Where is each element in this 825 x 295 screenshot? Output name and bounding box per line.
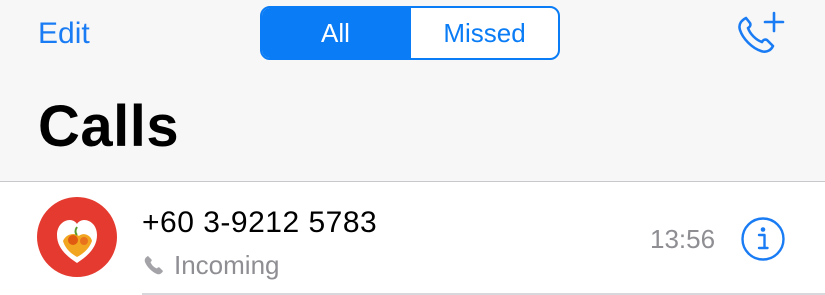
edit-button[interactable]: Edit — [38, 14, 90, 54]
call-filter-segmented-control: All Missed — [260, 6, 560, 60]
page-title: Calls — [38, 94, 180, 159]
info-circle-icon — [741, 217, 785, 261]
call-row[interactable]: +60 3-9212 5783 Incoming 13:56 — [0, 182, 825, 295]
info-button[interactable] — [740, 216, 786, 262]
new-call-button[interactable] — [734, 10, 788, 58]
contact-logo-icon — [57, 220, 97, 263]
calls-header: Edit All Missed Calls — [0, 0, 825, 182]
contact-avatar — [37, 197, 117, 277]
phone-icon — [144, 256, 163, 275]
call-direction-label: Incoming — [174, 250, 280, 280]
phone-plus-icon — [738, 11, 785, 53]
segment-all[interactable]: All — [262, 8, 409, 58]
call-direction: Incoming — [142, 248, 280, 282]
call-time: 13:56 — [650, 224, 716, 254]
segment-missed[interactable]: Missed — [409, 8, 558, 58]
caller-number: +60 3-9212 5783 — [142, 206, 378, 239]
